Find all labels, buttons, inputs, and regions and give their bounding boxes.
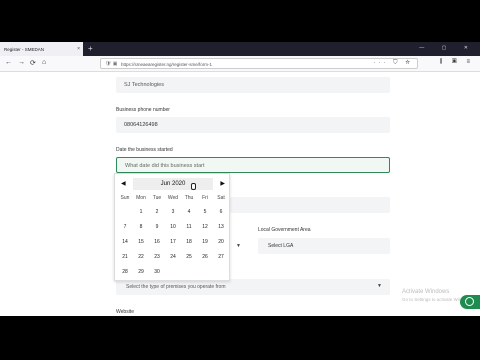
day-cell[interactable]: 23 [149, 254, 165, 260]
tab-register[interactable]: Register - SMEDAN × [0, 42, 83, 56]
day-cell[interactable]: 3 [165, 209, 181, 215]
prev-month-icon[interactable]: ◀ [121, 180, 126, 187]
lga-select-value: Select LGA [268, 243, 294, 249]
tab-bar: Register - SMEDAN × + — ▢ ✕ [0, 42, 480, 56]
nav-bar: ← → ⟳ ⌂ 🛡 ▣ https://smeaearegister.ng/re… [0, 56, 480, 72]
day-cell[interactable]: 26 [197, 254, 213, 260]
day-cell[interactable]: 20 [213, 239, 229, 245]
window-controls[interactable]: — ▢ ✕ [419, 45, 476, 51]
day-cell[interactable]: 16 [149, 239, 165, 245]
forward-icon[interactable]: → [18, 59, 25, 66]
chevron-down-icon: ▼ [377, 283, 382, 289]
day-cell[interactable]: 1 [133, 209, 149, 215]
shield-icon: 🛡 ▣ [105, 61, 118, 67]
day-cell[interactable]: 11 [181, 224, 197, 230]
home-icon[interactable]: ⌂ [42, 59, 46, 66]
day-cell[interactable]: 18 [181, 239, 197, 245]
premises-select-value: Select the type of premises you operate … [126, 284, 226, 290]
premises-select[interactable]: Select the type of premises you operate … [116, 279, 390, 295]
website-label: Website [116, 309, 134, 315]
day-cell[interactable]: 22 [133, 254, 149, 260]
day-cell[interactable]: 24 [165, 254, 181, 260]
weekday-label: Thu [184, 195, 194, 201]
day-cell[interactable]: 19 [197, 239, 213, 245]
hidden-field[interactable] [230, 197, 390, 213]
hand-cursor-icon [191, 183, 196, 190]
close-icon[interactable]: × [77, 46, 80, 52]
day-cell[interactable]: 29 [133, 269, 149, 275]
url-text: https://smeaearegister.ng/register-sme/f… [121, 62, 213, 67]
date-label: Date the business started [116, 147, 173, 153]
day-cell[interactable]: 14 [117, 239, 133, 245]
new-tab-button[interactable]: + [88, 44, 93, 53]
phone-field[interactable]: 08064126498 [116, 117, 390, 133]
chevron-down-icon[interactable]: ▼ [236, 243, 241, 249]
day-cell[interactable]: 27 [213, 254, 229, 260]
whatsapp-icon [465, 297, 474, 306]
back-icon[interactable]: ← [5, 59, 12, 66]
day-cell[interactable]: 13 [213, 224, 229, 230]
phone-label: Business phone number [116, 107, 170, 113]
day-cell[interactable]: 10 [165, 224, 181, 230]
toolbar-icons[interactable]: ⫼ ▣ ≡ [440, 59, 474, 66]
next-month-icon[interactable]: ▶ [220, 180, 225, 187]
day-cell[interactable]: 30 [149, 269, 165, 275]
day-cell[interactable]: 15 [133, 239, 149, 245]
day-cell[interactable]: 17 [165, 239, 181, 245]
month-label[interactable]: Jun 2020 [133, 178, 213, 190]
datepicker-header: ◀ Jun 2020 ▶ [115, 177, 231, 191]
day-cell[interactable]: 28 [117, 269, 133, 275]
lga-select[interactable]: Select LGA [258, 238, 390, 254]
url-bar[interactable]: 🛡 ▣ https://smeaearegister.ng/register-s… [100, 58, 418, 69]
day-cell[interactable]: 6 [213, 209, 229, 215]
tab-title: Register - SMEDAN [4, 47, 45, 52]
reload-icon[interactable]: ⟳ [30, 59, 36, 67]
company-name-field[interactable]: SJ Technologies [116, 77, 390, 93]
weekday-label: Sat [217, 195, 225, 201]
weekday-label: Tue [152, 195, 162, 201]
weekday-label: Fri [202, 195, 208, 201]
day-cell[interactable]: 4 [181, 209, 197, 215]
weekday-label: Sun [120, 195, 130, 201]
day-cell[interactable]: 7 [117, 224, 133, 230]
day-cell[interactable]: 21 [117, 254, 133, 260]
weekday-label: Wed [167, 195, 179, 201]
day-cell[interactable]: 12 [197, 224, 213, 230]
activate-line-1: Activate Windows [402, 289, 450, 295]
lga-label: Local Government Area [258, 227, 311, 233]
day-cell[interactable]: 25 [181, 254, 197, 260]
chat-button[interactable] [460, 295, 480, 309]
weekday-label: Mon [136, 195, 146, 201]
day-cell[interactable]: 9 [149, 224, 165, 230]
page-actions-icon[interactable]: ··· ⛉ ☆ [373, 60, 413, 67]
day-cell[interactable]: 5 [197, 209, 213, 215]
day-cell[interactable]: 8 [133, 224, 149, 230]
datepicker: ◀ Jun 2020 ▶ Sun Mon Tue Wed Thu Fri Sat 12345… [114, 173, 230, 281]
day-cell[interactable]: 2 [149, 209, 165, 215]
date-field[interactable]: What date did this business start [116, 157, 390, 173]
